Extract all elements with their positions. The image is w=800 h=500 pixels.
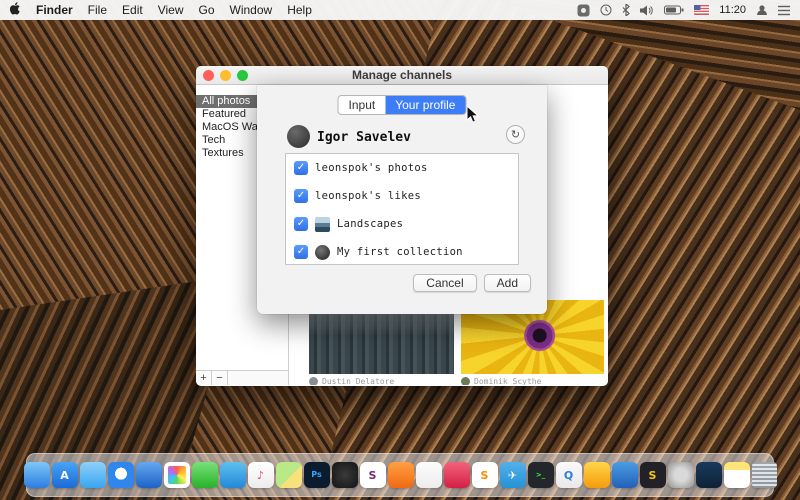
menu-item-view[interactable]: View: [158, 3, 184, 17]
dock-terminal[interactable]: >_: [527, 462, 554, 488]
dock-mail[interactable]: [135, 462, 162, 488]
remove-channel-button[interactable]: −: [212, 371, 228, 385]
tab-your-profile[interactable]: Your profile: [385, 96, 466, 114]
screen-recording-icon[interactable]: [577, 4, 590, 17]
dock-sketch[interactable]: S: [639, 462, 666, 488]
window-title: Manage channels: [351, 68, 453, 82]
checkbox[interactable]: ✓: [294, 245, 308, 259]
menu-bar: Finder File Edit View Go Window Help 11:…: [0, 0, 800, 20]
zoom-button[interactable]: [237, 70, 248, 81]
cancel-button[interactable]: Cancel: [413, 274, 477, 292]
profile-name: Igor Savelev: [317, 130, 411, 145]
battery-icon[interactable]: [664, 5, 684, 15]
channel-label: Landscapes: [337, 218, 404, 230]
dock-system-preferences[interactable]: [667, 462, 694, 488]
clock-icon[interactable]: [600, 4, 612, 16]
dock-itunes[interactable]: ♪: [247, 462, 274, 488]
volume-icon[interactable]: [640, 5, 654, 16]
dock-photoshop[interactable]: Ps: [303, 462, 330, 488]
channel-row[interactable]: ✓ leonspok's photos: [286, 154, 518, 182]
checkbox[interactable]: ✓: [294, 217, 308, 231]
apple-menu-icon[interactable]: [9, 2, 21, 18]
menu-item-go[interactable]: Go: [199, 3, 215, 17]
channel-row[interactable]: ✓ My first collection: [286, 238, 518, 266]
add-button[interactable]: Add: [483, 274, 531, 292]
author-avatar: [309, 377, 318, 385]
channel-thumbnail: [315, 216, 330, 232]
checkbox[interactable]: ✓: [294, 161, 308, 175]
checkbox[interactable]: ✓: [294, 189, 308, 203]
menu-item-window[interactable]: Window: [230, 3, 273, 17]
minimize-button[interactable]: [220, 70, 231, 81]
dock-pixelmator[interactable]: [331, 462, 358, 488]
menubar-time[interactable]: 11:20: [719, 4, 746, 16]
dock-reeder[interactable]: [387, 462, 414, 488]
dock-photos[interactable]: [163, 462, 190, 488]
dock-bear[interactable]: [415, 462, 442, 488]
add-channel-button[interactable]: +: [196, 371, 212, 385]
dock-twitter[interactable]: [79, 462, 106, 488]
dock-notes[interactable]: [723, 462, 750, 488]
bluetooth-icon[interactable]: [622, 4, 631, 16]
manage-channels-window: Manage channels All photos Featured MacO…: [196, 66, 608, 386]
dock: A ♪ Ps S S ✈ >_ Q S: [23, 453, 777, 497]
list-icon[interactable]: [778, 5, 790, 16]
dock-maps[interactable]: [275, 462, 302, 488]
menu-item-edit[interactable]: Edit: [122, 3, 143, 17]
channel-list: ✓ leonspok's photos ✓ leonspok's likes ✓…: [285, 153, 519, 265]
sidebar-footer: + −: [196, 370, 288, 385]
channel-thumbnail: [315, 244, 330, 260]
source-segmented-control: Input Your profile: [337, 95, 467, 115]
add-channel-sheet: Input Your profile Igor Savelev ↻ ✓ leon…: [257, 85, 547, 314]
dock-trash[interactable]: [751, 462, 777, 488]
dock-slack[interactable]: S: [359, 462, 386, 488]
dock-telegram[interactable]: ✈: [499, 462, 526, 488]
photo-author: Dominik Scythe: [474, 377, 542, 385]
author-avatar: [461, 377, 470, 385]
dock-sublime-text[interactable]: S: [471, 462, 498, 488]
us-flag-icon[interactable]: [694, 5, 710, 15]
channel-row[interactable]: ✓ Landscapes: [286, 210, 518, 238]
user-icon[interactable]: [756, 4, 768, 16]
channel-row[interactable]: ✓ leonspok's likes: [286, 182, 518, 210]
desktop: Finder File Edit View Go Window Help 11:…: [0, 0, 800, 500]
dock-messages[interactable]: [191, 462, 218, 488]
channel-label: leonspok's photos: [315, 162, 428, 174]
refresh-button[interactable]: ↻: [506, 125, 525, 144]
menu-app-name[interactable]: Finder: [36, 3, 73, 17]
channel-label: leonspok's likes: [315, 190, 421, 202]
menu-item-help[interactable]: Help: [287, 3, 312, 17]
window-titlebar[interactable]: Manage channels: [196, 66, 608, 85]
close-button[interactable]: [203, 70, 214, 81]
dock-pocket[interactable]: [443, 462, 470, 488]
channel-label: My first collection: [337, 246, 463, 258]
dock-hazel[interactable]: [583, 462, 610, 488]
profile-avatar: [287, 125, 310, 148]
menu-item-file[interactable]: File: [88, 3, 107, 17]
dock-xcode[interactable]: [695, 462, 722, 488]
dock-transmit[interactable]: [611, 462, 638, 488]
photo-author: Dustin Delatore: [322, 377, 395, 385]
dock-quicktime[interactable]: Q: [555, 462, 582, 488]
tab-input[interactable]: Input: [339, 96, 386, 114]
dock-facetime[interactable]: [219, 462, 246, 488]
dock-app-store[interactable]: A: [51, 462, 78, 488]
dock-finder[interactable]: [23, 462, 50, 488]
dock-safari[interactable]: [107, 462, 134, 488]
